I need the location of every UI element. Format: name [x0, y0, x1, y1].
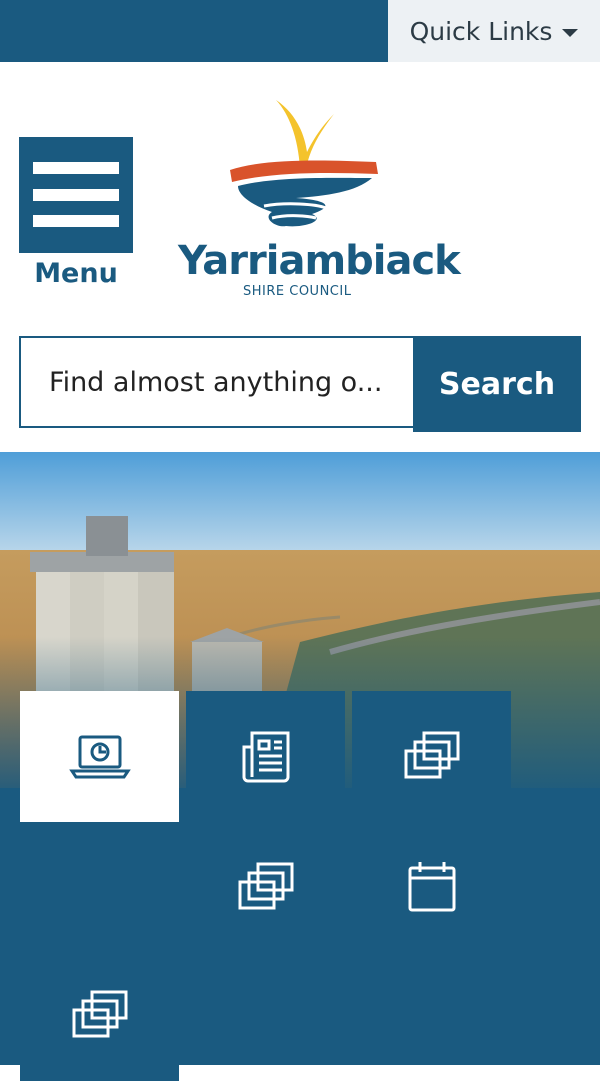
tile-laptop[interactable] — [20, 691, 179, 822]
tile-windows-3[interactable] — [20, 950, 179, 1081]
stacked-windows-icon — [404, 731, 459, 778]
search-bar: Search — [19, 336, 581, 432]
logo-subtitle: SHIRE COUNCIL — [243, 284, 352, 299]
menu-label: Menu — [34, 258, 118, 289]
hamburger-line — [33, 162, 119, 174]
logo-title: Yarriambiack — [178, 238, 461, 284]
menu-button[interactable] — [19, 137, 133, 253]
search-button[interactable]: Search — [413, 336, 581, 432]
search-input[interactable] — [19, 336, 413, 428]
tile-windows-2[interactable] — [186, 822, 345, 953]
quick-links-dropdown[interactable]: Quick Links — [388, 0, 600, 62]
quick-links-label: Quick Links — [409, 16, 553, 46]
laptop-clock-icon — [68, 735, 131, 778]
tile-windows-1[interactable] — [352, 691, 511, 822]
hamburger-line — [33, 189, 119, 201]
stacked-windows-icon — [72, 990, 127, 1037]
calendar-icon — [408, 861, 455, 911]
tile-news[interactable] — [186, 691, 345, 822]
tile-calendar[interactable] — [352, 822, 511, 953]
hamburger-line — [33, 215, 119, 227]
top-bar: Quick Links — [0, 0, 600, 62]
caret-down-icon — [562, 28, 579, 37]
newspaper-icon — [242, 731, 289, 782]
stacked-windows-icon — [238, 862, 293, 909]
